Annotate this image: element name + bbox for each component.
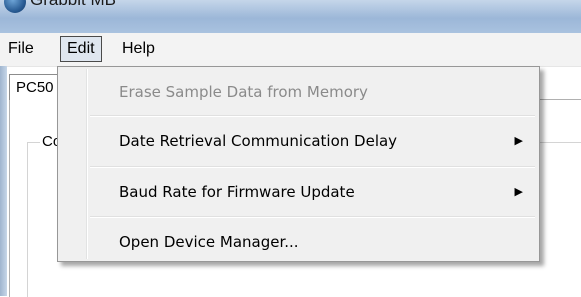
window-frame-left	[0, 66, 7, 296]
app-icon	[4, 0, 26, 13]
menu-item-label: Baud Rate for Firmware Update	[119, 183, 355, 201]
submenu-arrow-icon: ▶	[514, 134, 523, 147]
menu-file[interactable]: File	[2, 37, 40, 61]
menu-item-open-device-manager[interactable]: Open Device Manager...	[60, 220, 537, 264]
menu-separator	[90, 166, 535, 168]
submenu-arrow-icon: ▶	[514, 185, 523, 198]
menu-separator	[90, 115, 535, 117]
title-bar: Grabbit MB	[0, 0, 581, 33]
menu-item-label: Erase Sample Data from Memory	[119, 83, 368, 101]
menu-item-date-retrieval-delay[interactable]: Date Retrieval Communication Delay ▶	[60, 119, 537, 163]
menu-help[interactable]: Help	[116, 37, 161, 61]
menu-item-erase-sample-data[interactable]: Erase Sample Data from Memory	[60, 70, 537, 114]
edit-menu-dropdown: Erase Sample Data from Memory Date Retri…	[57, 66, 540, 262]
menu-separator	[90, 216, 535, 218]
menu-item-baud-rate[interactable]: Baud Rate for Firmware Update ▶	[60, 170, 537, 214]
menu-item-label: Date Retrieval Communication Delay	[119, 132, 398, 150]
menu-edit[interactable]: Edit	[60, 36, 102, 62]
menu-item-label: Open Device Manager...	[119, 233, 299, 251]
window-title: Grabbit MB	[30, 0, 116, 10]
menu-bar: File Edit Help	[0, 33, 581, 67]
